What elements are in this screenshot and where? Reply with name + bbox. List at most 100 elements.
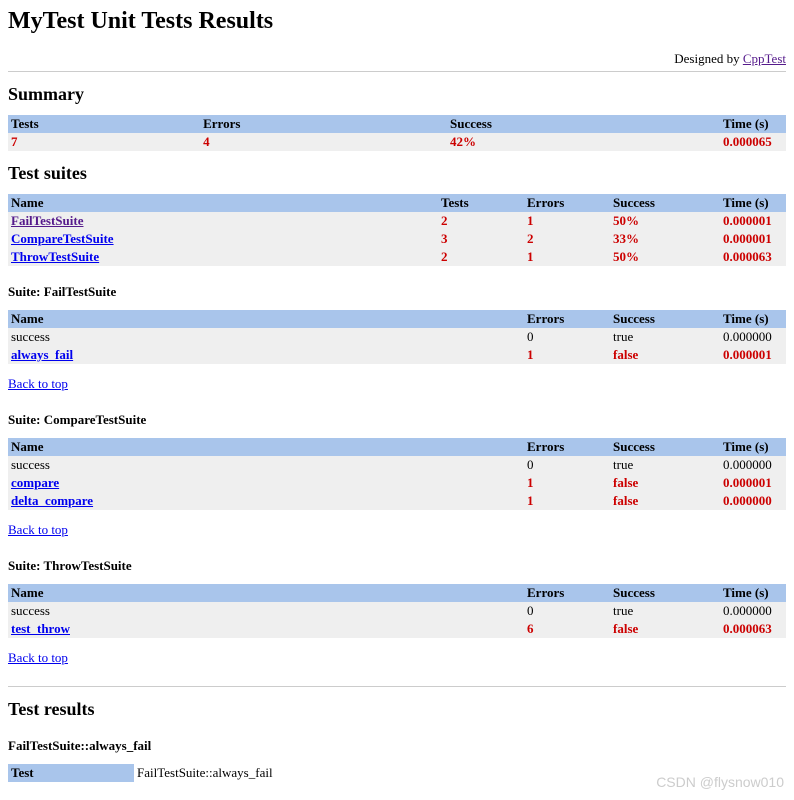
suite-errors: 1	[524, 212, 610, 230]
table-row: success0true0.000000	[8, 328, 786, 346]
table-row: test_throw6false0.000063	[8, 620, 786, 638]
table-header-row: Test FailTestSuite::always_fail	[8, 764, 786, 782]
cpptest-link[interactable]: CppTest	[743, 51, 786, 66]
test-errors: 0	[524, 602, 610, 620]
back-to-top-link[interactable]: Back to top	[8, 522, 786, 538]
test-link[interactable]: test_throw	[11, 621, 70, 636]
table-header-row: NameErrorsSuccessTime (s)	[8, 438, 786, 456]
col-success: Success	[610, 194, 720, 212]
suite-success: 33%	[610, 230, 720, 248]
test-errors: 1	[524, 492, 610, 510]
suite-name-cell: CompareTestSuite	[8, 230, 438, 248]
test-errors: 0	[524, 456, 610, 474]
suite-link[interactable]: FailTestSuite	[11, 213, 83, 228]
suite-tests: 3	[438, 230, 524, 248]
divider	[8, 686, 786, 687]
col-time: Time (s)	[720, 194, 786, 212]
table-header-row: Tests Errors Success Time (s)	[8, 115, 786, 133]
test-name: success	[8, 602, 524, 620]
suite-time: 0.000001	[720, 212, 786, 230]
col-tests: Tests	[438, 194, 524, 212]
test-link[interactable]: compare	[11, 475, 59, 490]
test-link[interactable]: delta_compare	[11, 493, 93, 508]
col-time: Time (s)	[720, 115, 786, 133]
test-success: false	[610, 474, 720, 492]
suite-success: 50%	[610, 212, 720, 230]
col-test: Test	[8, 764, 134, 782]
suite-link[interactable]: CompareTestSuite	[11, 231, 114, 246]
test-name: success	[8, 328, 524, 346]
col-name: Name	[8, 194, 438, 212]
table-row: always_fail 1false0.000001	[8, 346, 786, 364]
test-time: 0.000000	[720, 328, 786, 346]
col-name: Name	[8, 584, 524, 602]
table-row: success0true0.000000	[8, 602, 786, 620]
suite-success: 50%	[610, 248, 720, 266]
test-success: false	[610, 492, 720, 510]
col-name: Name	[8, 310, 524, 328]
suite-detail-table: NameErrorsSuccessTime (s)success0true0.0…	[8, 438, 786, 510]
suite-name-cell: ThrowTestSuite	[8, 248, 438, 266]
col-errors: Errors	[524, 584, 610, 602]
test-success: true	[610, 602, 720, 620]
col-success: Success	[447, 115, 720, 133]
col-success: Success	[610, 310, 720, 328]
suites-overview-table: Name Tests Errors Success Time (s) FailT…	[8, 194, 786, 266]
test-time: 0.000001	[720, 346, 786, 364]
suite-detail-table: NameErrorsSuccessTime (s)success0true0.0…	[8, 584, 786, 638]
summary-time: 0.000065	[720, 133, 786, 151]
col-errors: Errors	[524, 438, 610, 456]
suite-time: 0.000063	[720, 248, 786, 266]
col-success: Success	[610, 438, 720, 456]
table-header-row: NameErrorsSuccessTime (s)	[8, 584, 786, 602]
suite-detail-title: Suite: CompareTestSuite	[8, 412, 786, 428]
summary-title: Summary	[8, 84, 786, 105]
test-time: 0.000000	[720, 602, 786, 620]
page-title: MyTest Unit Tests Results	[8, 8, 786, 35]
back-to-top-link[interactable]: Back to top	[8, 650, 786, 666]
table-row: CompareTestSuite 3233%0.000001	[8, 230, 786, 248]
test-name: always_fail	[8, 346, 524, 364]
designed-by-label: Designed by	[674, 51, 743, 66]
test-result-detail-title: FailTestSuite::always_fail	[8, 738, 786, 754]
divider	[8, 71, 786, 72]
summary-table: Tests Errors Success Time (s) 7 4 42% 0.…	[8, 115, 786, 151]
summary-tests: 7	[8, 133, 200, 151]
test-errors: 1	[524, 346, 610, 364]
col-errors: Errors	[524, 194, 610, 212]
test-link[interactable]: always_fail	[11, 347, 73, 362]
test-errors: 1	[524, 474, 610, 492]
test-time: 0.000000	[720, 492, 786, 510]
test-result-detail-table: Test FailTestSuite::always_fail	[8, 764, 786, 782]
test-success: true	[610, 328, 720, 346]
col-errors: Errors	[200, 115, 447, 133]
test-time: 0.000001	[720, 474, 786, 492]
test-success: true	[610, 456, 720, 474]
table-row: ThrowTestSuite 2150%0.000063	[8, 248, 786, 266]
test-name: test_throw	[8, 620, 524, 638]
col-name: Name	[8, 438, 524, 456]
col-time: Time (s)	[720, 584, 786, 602]
test-time: 0.000000	[720, 456, 786, 474]
table-row: delta_compare 1false0.000000	[8, 492, 786, 510]
suite-errors: 2	[524, 230, 610, 248]
summary-success: 42%	[447, 133, 720, 151]
test-name: delta_compare	[8, 492, 524, 510]
back-to-top-link[interactable]: Back to top	[8, 376, 786, 392]
table-header-row: NameErrorsSuccessTime (s)	[8, 310, 786, 328]
table-header-row: Name Tests Errors Success Time (s)	[8, 194, 786, 212]
table-row: FailTestSuite2150%0.000001	[8, 212, 786, 230]
suite-link[interactable]: ThrowTestSuite	[11, 249, 99, 264]
suite-time: 0.000001	[720, 230, 786, 248]
table-row: success0true0.000000	[8, 456, 786, 474]
test-time: 0.000063	[720, 620, 786, 638]
col-success: Success	[610, 584, 720, 602]
suite-tests: 2	[438, 248, 524, 266]
test-success: false	[610, 346, 720, 364]
designed-by: Designed by CppTest	[8, 51, 786, 67]
suite-detail-table: NameErrorsSuccessTime (s)success0true0.0…	[8, 310, 786, 364]
suite-errors: 1	[524, 248, 610, 266]
test-result-value: FailTestSuite::always_fail	[134, 764, 786, 782]
col-errors: Errors	[524, 310, 610, 328]
test-name: compare	[8, 474, 524, 492]
